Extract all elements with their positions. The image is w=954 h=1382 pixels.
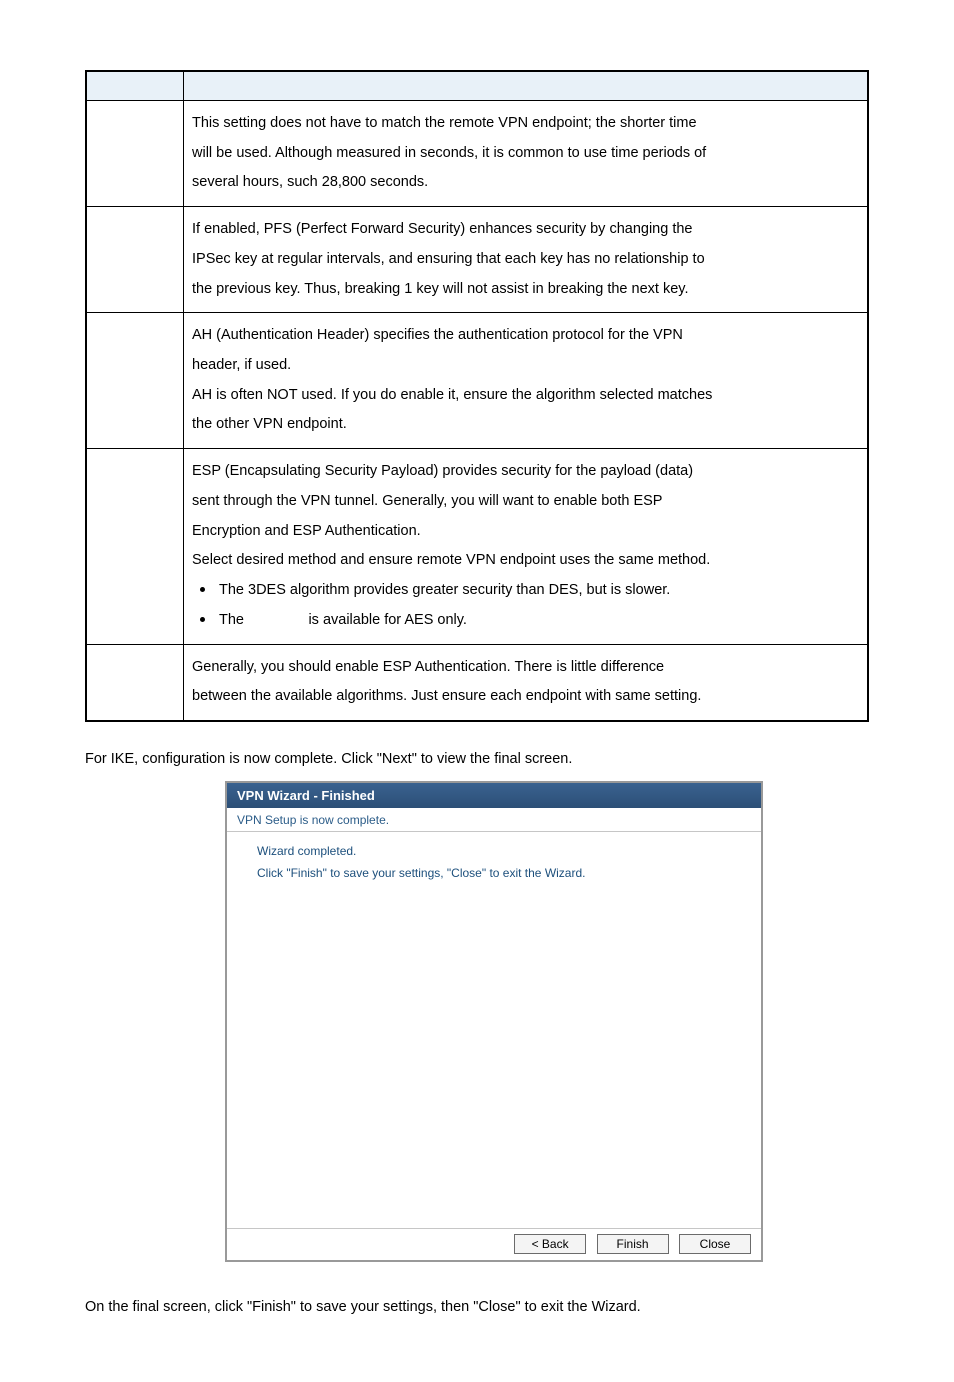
cell-line: AH (Authentication Header) specifies the… <box>192 321 857 351</box>
cell-line: sent through the VPN tunnel. Generally, … <box>192 487 857 517</box>
dialog-subtitle: VPN Setup is now complete. <box>227 808 761 832</box>
paragraph: For IKE, configuration is now complete. … <box>85 746 869 774</box>
cell-line: the other VPN endpoint. <box>192 410 857 440</box>
table-row: ESP (Encapsulating Security Payload) pro… <box>86 449 868 644</box>
cell-line: between the available algorithms. Just e… <box>192 682 857 712</box>
close-button[interactable]: Close <box>679 1234 751 1254</box>
table-row: If enabled, PFS (Perfect Forward Securit… <box>86 207 868 313</box>
bullet-text: The 3DES algorithm provides greater secu… <box>219 576 670 606</box>
cell-line: Select desired method and ensure remote … <box>192 546 857 576</box>
table-header-row <box>86 71 868 101</box>
cell-line: ESP (Encapsulating Security Payload) pro… <box>192 457 857 487</box>
table-row: AH (Authentication Header) specifies the… <box>86 313 868 449</box>
bullet-item: The is available for AES only. <box>192 606 857 636</box>
table-row: This setting does not have to match the … <box>86 101 868 207</box>
cell-line: IPSec key at regular intervals, and ensu… <box>192 245 857 275</box>
wizard-instruction: Click "Finish" to save your settings, "C… <box>257 866 745 880</box>
cell-line: This setting does not have to match the … <box>192 109 857 139</box>
bullet-icon <box>200 617 205 622</box>
bullet-item: The 3DES algorithm provides greater secu… <box>192 576 857 606</box>
cell-line: AH is often NOT used. If you do enable i… <box>192 381 857 411</box>
cell-line: several hours, such 28,800 seconds. <box>192 168 857 198</box>
finish-button[interactable]: Finish <box>597 1234 669 1254</box>
cell-line: will be used. Although measured in secon… <box>192 139 857 169</box>
bullet-text: The is available for AES only. <box>219 606 467 636</box>
back-button[interactable]: < Back <box>514 1234 586 1254</box>
bullet-icon <box>200 587 205 592</box>
cell-line: Generally, you should enable ESP Authent… <box>192 653 857 683</box>
paragraph: On the final screen, click "Finish" to s… <box>85 1294 869 1322</box>
settings-table: This setting does not have to match the … <box>85 70 869 722</box>
dialog-title: VPN Wizard - Finished <box>227 783 761 808</box>
dialog-body: Wizard completed. Click "Finish" to save… <box>227 832 761 1228</box>
wizard-heading: Wizard completed. <box>257 844 745 858</box>
table-row: Generally, you should enable ESP Authent… <box>86 644 868 721</box>
cell-line: Encryption and ESP Authentication. <box>192 517 857 547</box>
cell-line: header, if used. <box>192 351 857 381</box>
cell-line: the previous key. Thus, breaking 1 key w… <box>192 275 857 305</box>
cell-line: If enabled, PFS (Perfect Forward Securit… <box>192 215 857 245</box>
dialog-footer: < Back Finish Close <box>227 1228 761 1260</box>
vpn-wizard-dialog: VPN Wizard - Finished VPN Setup is now c… <box>225 781 763 1262</box>
